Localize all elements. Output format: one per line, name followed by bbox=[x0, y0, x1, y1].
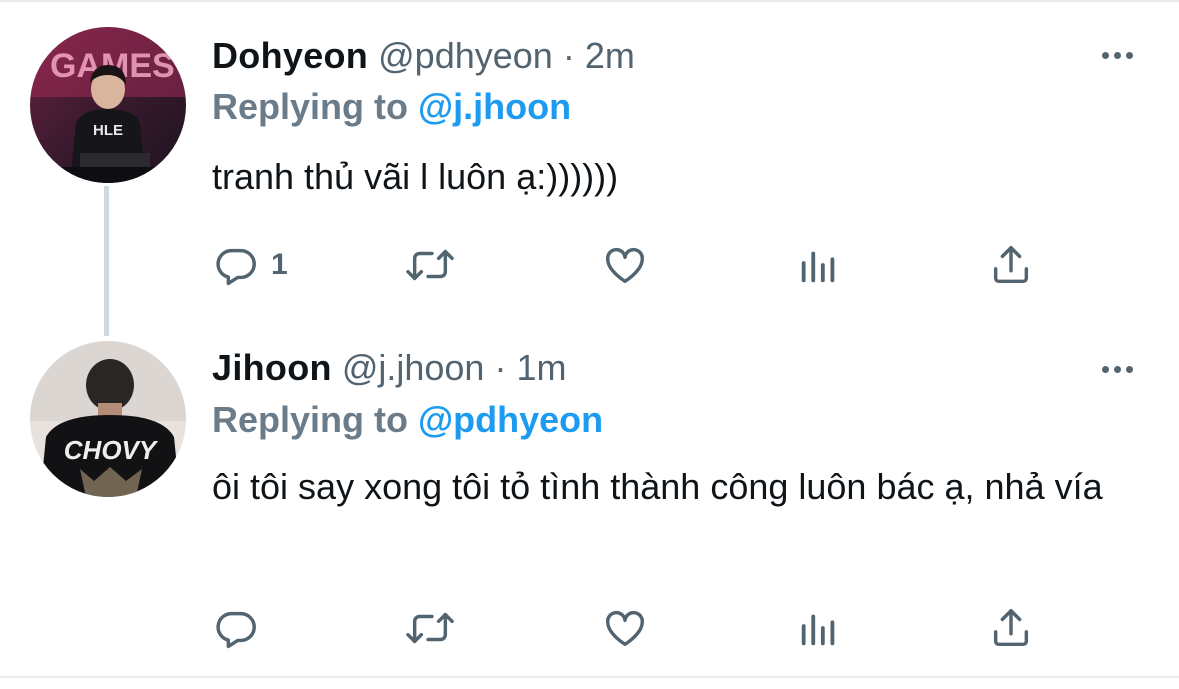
more-icon[interactable] bbox=[1095, 45, 1139, 65]
avatar-jersey-text: HLE bbox=[93, 122, 123, 139]
bottom-divider bbox=[0, 676, 1179, 678]
share-icon bbox=[993, 609, 1029, 647]
timestamp[interactable]: 1m bbox=[516, 347, 566, 388]
tweet-actions: 1 bbox=[0, 240, 1179, 290]
reply-button[interactable] bbox=[213, 603, 271, 653]
like-icon bbox=[606, 247, 644, 284]
separator-dot: · bbox=[494, 347, 507, 388]
retweet-icon bbox=[406, 249, 454, 281]
separator-dot: · bbox=[562, 35, 575, 76]
replying-to-line: Replying to @pdhyeon bbox=[212, 398, 603, 442]
share-button[interactable] bbox=[988, 240, 1034, 290]
avatar-shirt-text: CHOVY bbox=[64, 435, 159, 465]
avatar-image: CHOVY bbox=[30, 341, 186, 497]
tweet-header: Dohyeon @pdhyeon · 2m bbox=[212, 34, 635, 78]
display-name[interactable]: Jihoon bbox=[212, 347, 332, 388]
user-handle[interactable]: @pdhyeon bbox=[378, 35, 553, 76]
like-button[interactable] bbox=[601, 603, 649, 653]
views-button[interactable] bbox=[796, 240, 842, 290]
views-button[interactable] bbox=[796, 603, 842, 653]
more-dot bbox=[1125, 365, 1133, 373]
tweet-text: tranh thủ vãi l luôn ạ:)))))) bbox=[212, 156, 619, 197]
more-icon[interactable] bbox=[1095, 359, 1139, 379]
more-dot bbox=[1101, 365, 1109, 373]
replying-to-label: Replying to bbox=[212, 86, 408, 127]
tweet-header: Jihoon @j.jhoon · 1m bbox=[212, 346, 567, 390]
retweet-icon bbox=[406, 612, 454, 644]
more-dot bbox=[1125, 51, 1133, 59]
display-name[interactable]: Dohyeon bbox=[212, 35, 368, 76]
views-icon bbox=[801, 614, 835, 646]
replying-to-line: Replying to @j.jhoon bbox=[212, 85, 571, 129]
reply-icon bbox=[216, 611, 256, 649]
replying-to-mention[interactable]: @pdhyeon bbox=[418, 399, 603, 440]
retweet-button[interactable] bbox=[402, 240, 458, 290]
retweet-button[interactable] bbox=[402, 603, 458, 653]
like-button[interactable] bbox=[601, 240, 649, 290]
reply-icon bbox=[216, 248, 256, 286]
more-dot bbox=[1113, 365, 1121, 373]
like-icon bbox=[606, 610, 644, 647]
tweet-dohyeon[interactable]: GAMES HLE Dohyeon @pdhyeon · 2m Replying… bbox=[0, 0, 1179, 318]
more-dot bbox=[1101, 51, 1109, 59]
timestamp[interactable]: 2m bbox=[585, 35, 635, 76]
tweet-jihoon[interactable]: CHOVY Jihoon @j.jhoon · 1m Replying to @… bbox=[0, 318, 1179, 676]
reply-count: 1 bbox=[271, 248, 288, 281]
replying-to-label: Replying to bbox=[212, 399, 408, 440]
tweet-text: ôi tôi say xong tôi tỏ tình thành công l… bbox=[212, 466, 1103, 507]
avatar-image: GAMES HLE bbox=[30, 27, 186, 183]
avatar[interactable]: GAMES HLE bbox=[30, 27, 186, 183]
replying-to-mention[interactable]: @j.jhoon bbox=[418, 86, 571, 127]
share-button[interactable] bbox=[988, 603, 1034, 653]
views-icon bbox=[801, 251, 835, 283]
tweet-actions bbox=[0, 603, 1179, 653]
reply-button[interactable]: 1 bbox=[213, 240, 288, 290]
avatar[interactable]: CHOVY bbox=[30, 341, 186, 497]
user-handle[interactable]: @j.jhoon bbox=[342, 347, 485, 388]
share-icon bbox=[993, 246, 1029, 284]
more-dot bbox=[1113, 51, 1121, 59]
